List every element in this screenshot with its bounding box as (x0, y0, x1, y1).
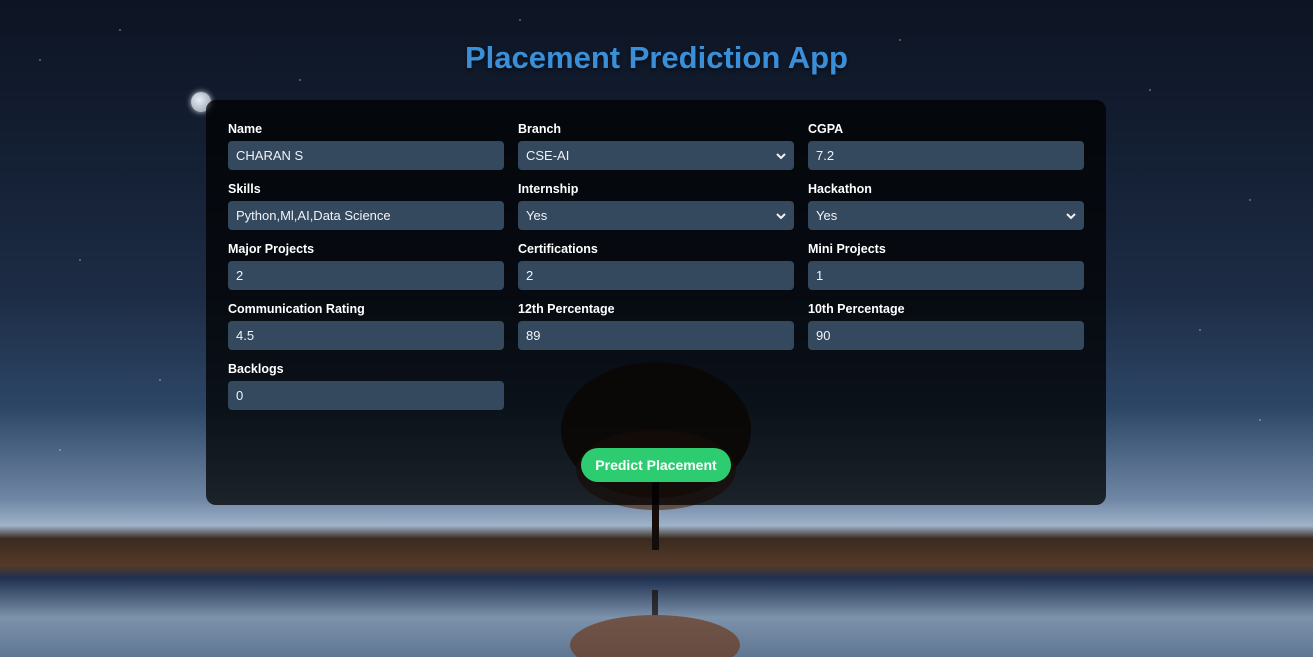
predict-placement-button[interactable]: Predict Placement (581, 448, 731, 482)
certifications-label: Certifications (518, 242, 598, 256)
certifications-field[interactable] (518, 261, 794, 290)
prediction-form: NameBranchCSE-AICGPASkillsInternshipYesH… (206, 100, 1106, 505)
field-certifications: Certifications (518, 242, 794, 290)
field-hackathon: Hackathon Yes (808, 182, 1084, 230)
cgpa-input[interactable] (816, 148, 1076, 163)
10th-percentage-input[interactable] (816, 328, 1076, 343)
chevron-down-icon (776, 212, 786, 219)
backlogs-input[interactable] (236, 388, 496, 403)
internship-selected-value: Yes (526, 208, 548, 223)
field-branch: Branch CSE-AI (518, 122, 794, 170)
name-field[interactable] (228, 141, 504, 170)
backlogs-field[interactable] (228, 381, 504, 410)
major-projects-field[interactable] (228, 261, 504, 290)
backlogs-label: Backlogs (228, 362, 284, 376)
field-skills: Skills (228, 182, 504, 230)
skills-input[interactable] (236, 208, 496, 223)
tree-reflection-image (570, 590, 740, 657)
communication-rating-input[interactable] (236, 328, 496, 343)
major-projects-label: Major Projects (228, 242, 315, 256)
chevron-down-icon (776, 152, 786, 159)
internship-select[interactable]: Yes (518, 201, 794, 230)
field-internship: Internship Yes (518, 182, 794, 230)
name-input[interactable] (236, 148, 496, 163)
mini-projects-label: Mini Projects (808, 242, 886, 256)
10th-percentage-field[interactable] (808, 321, 1084, 350)
branch-select[interactable]: CSE-AI (518, 141, 794, 170)
field-name: Name (228, 122, 504, 170)
communication-rating-label: Communication Rating (228, 302, 365, 316)
field-10th-percentage: 10th Percentage (808, 302, 1084, 350)
12th-percentage-input[interactable] (526, 328, 786, 343)
hackathon-label: Hackathon (808, 182, 872, 196)
12th-percentage-field[interactable] (518, 321, 794, 350)
field-12th-percentage: 12th Percentage (518, 302, 794, 350)
field-communication-rating: Communication Rating (228, 302, 504, 350)
cgpa-field[interactable] (808, 141, 1084, 170)
mini-projects-input[interactable] (816, 268, 1076, 283)
page-title: Placement Prediction App (465, 40, 848, 75)
communication-rating-field[interactable] (228, 321, 504, 350)
major-projects-input[interactable] (236, 268, 496, 283)
12th-percentage-label: 12th Percentage (518, 302, 615, 316)
field-cgpa: CGPA (808, 122, 1084, 170)
branch-selected-value: CSE-AI (526, 148, 570, 163)
cgpa-label: CGPA (808, 122, 844, 136)
field-mini-projects: Mini Projects (808, 242, 1084, 290)
certifications-input[interactable] (526, 268, 786, 283)
name-label: Name (228, 122, 263, 136)
hackathon-select[interactable]: Yes (808, 201, 1084, 230)
skills-label: Skills (228, 182, 261, 196)
chevron-down-icon (1066, 212, 1076, 219)
field-major-projects: Major Projects (228, 242, 504, 290)
hackathon-selected-value: Yes (816, 208, 838, 223)
10th-percentage-label: 10th Percentage (808, 302, 905, 316)
field-backlogs: Backlogs (228, 362, 504, 410)
internship-label: Internship (518, 182, 579, 196)
skills-field[interactable] (228, 201, 504, 230)
mini-projects-field[interactable] (808, 261, 1084, 290)
form-grid: NameBranchCSE-AICGPASkillsInternshipYesH… (228, 122, 1084, 410)
branch-label: Branch (518, 122, 562, 136)
